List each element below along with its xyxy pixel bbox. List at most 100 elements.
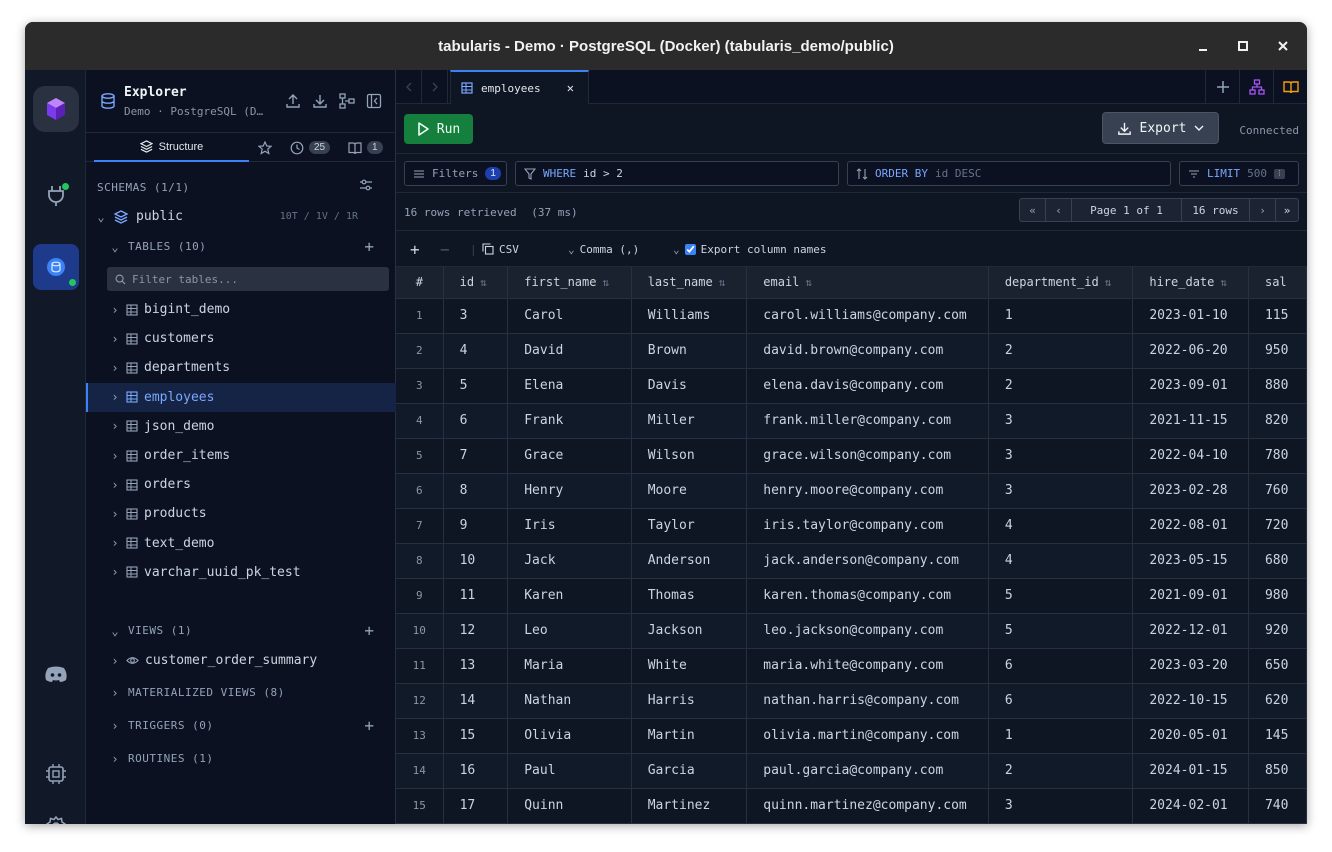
table-cell[interactable]: 115 — [1248, 298, 1307, 334]
connections-button[interactable] — [36, 176, 76, 216]
last-page-button[interactable]: » — [1276, 199, 1298, 221]
table-cell[interactable]: Martin — [631, 718, 748, 754]
download-button[interactable] — [311, 92, 328, 109]
table-cell[interactable]: elena.davis@company.com — [746, 368, 989, 404]
prev-page-button[interactable]: ‹ — [1046, 199, 1072, 221]
table-cell[interactable]: 2024-02-01 — [1132, 788, 1249, 824]
column-header[interactable]: # — [396, 267, 444, 299]
maximize-button[interactable] — [1233, 36, 1253, 56]
routines-section[interactable]: › ROUTINES (1) — [86, 744, 396, 773]
add-view-button[interactable]: + — [364, 621, 374, 640]
table-cell[interactable]: 17 — [443, 788, 509, 824]
table-item-products[interactable]: › products — [86, 499, 396, 528]
table-cell[interactable]: 3 — [443, 298, 509, 334]
table-row[interactable]: 1 3 Carol Williams carol.williams@company.co… — [396, 298, 1307, 334]
table-cell[interactable]: 980 — [1248, 578, 1307, 614]
tab-structure[interactable]: Structure — [94, 133, 249, 162]
upload-button[interactable] — [284, 92, 301, 109]
table-cell[interactable]: karen.thomas@company.com — [746, 578, 989, 614]
add-row-button[interactable]: + — [410, 231, 420, 267]
add-table-button[interactable]: + — [364, 237, 374, 256]
er-diagram-button[interactable] — [1239, 70, 1273, 104]
delete-row-button[interactable]: − — [440, 231, 450, 267]
table-cell[interactable]: Harris — [631, 683, 748, 719]
discord-button[interactable] — [36, 654, 76, 694]
table-cell[interactable]: 7 — [443, 438, 509, 474]
collapse-sidebar-button[interactable] — [365, 92, 382, 109]
table-cell[interactable]: 620 — [1248, 683, 1307, 719]
minimize-button[interactable] — [1193, 36, 1213, 56]
column-header[interactable]: sal — [1248, 267, 1307, 299]
table-cell[interactable]: Anderson — [631, 543, 748, 579]
schema-public[interactable]: ⌄ public 10T / 1V / 1R — [86, 202, 396, 231]
table-cell[interactable]: 6 — [988, 683, 1134, 719]
table-row[interactable]: 3 5 Elena Davis elena.davis@company.com 2 2023… — [396, 368, 1307, 404]
export-column-names[interactable]: ⌄ Export column names — [673, 231, 826, 267]
first-page-button[interactable]: « — [1020, 199, 1046, 221]
tab-forward-button[interactable] — [422, 70, 448, 104]
table-item-text_demo[interactable]: › text_demo — [86, 529, 396, 558]
notebook-button[interactable] — [1273, 70, 1307, 104]
table-cell[interactable]: 2021-09-01 — [1132, 578, 1249, 614]
table-cell[interactable]: 2 — [988, 368, 1134, 404]
table-cell[interactable]: 2022-06-20 — [1132, 333, 1249, 369]
run-button[interactable]: Run — [404, 114, 473, 144]
where-input[interactable]: WHERE id > 2 — [515, 161, 839, 186]
filters-button[interactable]: Filters 1 — [404, 161, 507, 186]
table-cell[interactable]: 850 — [1248, 753, 1307, 789]
order-by-input[interactable]: ORDER BY id DESC — [847, 161, 1171, 186]
table-cell[interactable]: 5 — [988, 613, 1134, 649]
delimiter-select[interactable]: ⌄ Comma (,) — [568, 231, 639, 267]
views-section[interactable]: ⌄ VIEWS (1) + — [86, 616, 396, 645]
table-row[interactable]: 11 13 Maria White maria.white@company.com 6 20… — [396, 648, 1307, 684]
table-cell[interactable]: 2023-05-15 — [1132, 543, 1249, 579]
schema-settings-button[interactable] — [359, 178, 373, 195]
materialized-views-section[interactable]: › MATERIALIZED VIEWS (8) — [86, 678, 396, 707]
table-cell[interactable]: Maria — [507, 648, 632, 684]
format-select[interactable]: CSV — [482, 231, 519, 267]
table-cell[interactable]: nathan.harris@company.com — [746, 683, 989, 719]
table-row[interactable]: 9 11 Karen Thomas karen.thomas@company.com 5 2… — [396, 578, 1307, 614]
limit-toggle-icon[interactable]: ⁝ — [1274, 168, 1285, 179]
view-item[interactable]: › customer_order_summary — [86, 646, 396, 675]
table-cell[interactable]: Davis — [631, 368, 748, 404]
table-cell[interactable]: maria.white@company.com — [746, 648, 989, 684]
table-cell[interactable]: 3 — [988, 403, 1134, 439]
table-cell[interactable]: Karen — [507, 578, 632, 614]
table-cell[interactable]: 2020-05-01 — [1132, 718, 1249, 754]
table-cell[interactable]: 3 — [988, 438, 1134, 474]
export-column-names-checkbox[interactable] — [684, 243, 696, 255]
table-cell[interactable]: Wilson — [631, 438, 748, 474]
table-cell[interactable]: Jack — [507, 543, 632, 579]
table-cell[interactable]: 5 — [443, 368, 509, 404]
table-cell[interactable]: 4 — [443, 333, 509, 369]
table-item-order_items[interactable]: › order_items — [86, 441, 396, 470]
table-cell[interactable]: 6 — [443, 403, 509, 439]
column-header[interactable]: email ⇅ — [746, 267, 989, 299]
table-row[interactable]: 2 4 David Brown david.brown@company.com 2 2022… — [396, 333, 1307, 369]
table-row[interactable]: 13 15 Olivia Martin olivia.martin@company.co… — [396, 718, 1307, 754]
table-cell[interactable]: 2024-01-15 — [1132, 753, 1249, 789]
table-cell[interactable]: 9 — [443, 508, 509, 544]
table-cell[interactable]: 3 — [988, 788, 1134, 824]
table-cell[interactable]: Elena — [507, 368, 632, 404]
table-cell[interactable]: Thomas — [631, 578, 748, 614]
table-cell[interactable]: David — [507, 333, 632, 369]
add-trigger-button[interactable]: + — [364, 716, 374, 735]
table-cell[interactable]: 3 — [988, 473, 1134, 509]
schema-diagram-button[interactable] — [338, 92, 355, 109]
table-cell[interactable]: paul.garcia@company.com — [746, 753, 989, 789]
column-header[interactable]: id ⇅ — [443, 267, 509, 299]
table-cell[interactable]: 720 — [1248, 508, 1307, 544]
table-row[interactable]: 10 12 Leo Jackson leo.jackson@company.com 5 20… — [396, 613, 1307, 649]
table-cell[interactable]: Henry — [507, 473, 632, 509]
table-cell[interactable]: Williams — [631, 298, 748, 334]
table-cell[interactable]: Frank — [507, 403, 632, 439]
table-cell[interactable]: Jackson — [631, 613, 748, 649]
table-cell[interactable]: 13 — [443, 648, 509, 684]
table-item-departments[interactable]: › departments — [86, 353, 396, 382]
column-header[interactable]: department_id ⇅ — [988, 267, 1134, 299]
table-cell[interactable]: 6 — [988, 648, 1134, 684]
table-row[interactable]: 12 14 Nathan Harris nathan.harris@company.co… — [396, 683, 1307, 719]
table-cell[interactable]: Miller — [631, 403, 748, 439]
